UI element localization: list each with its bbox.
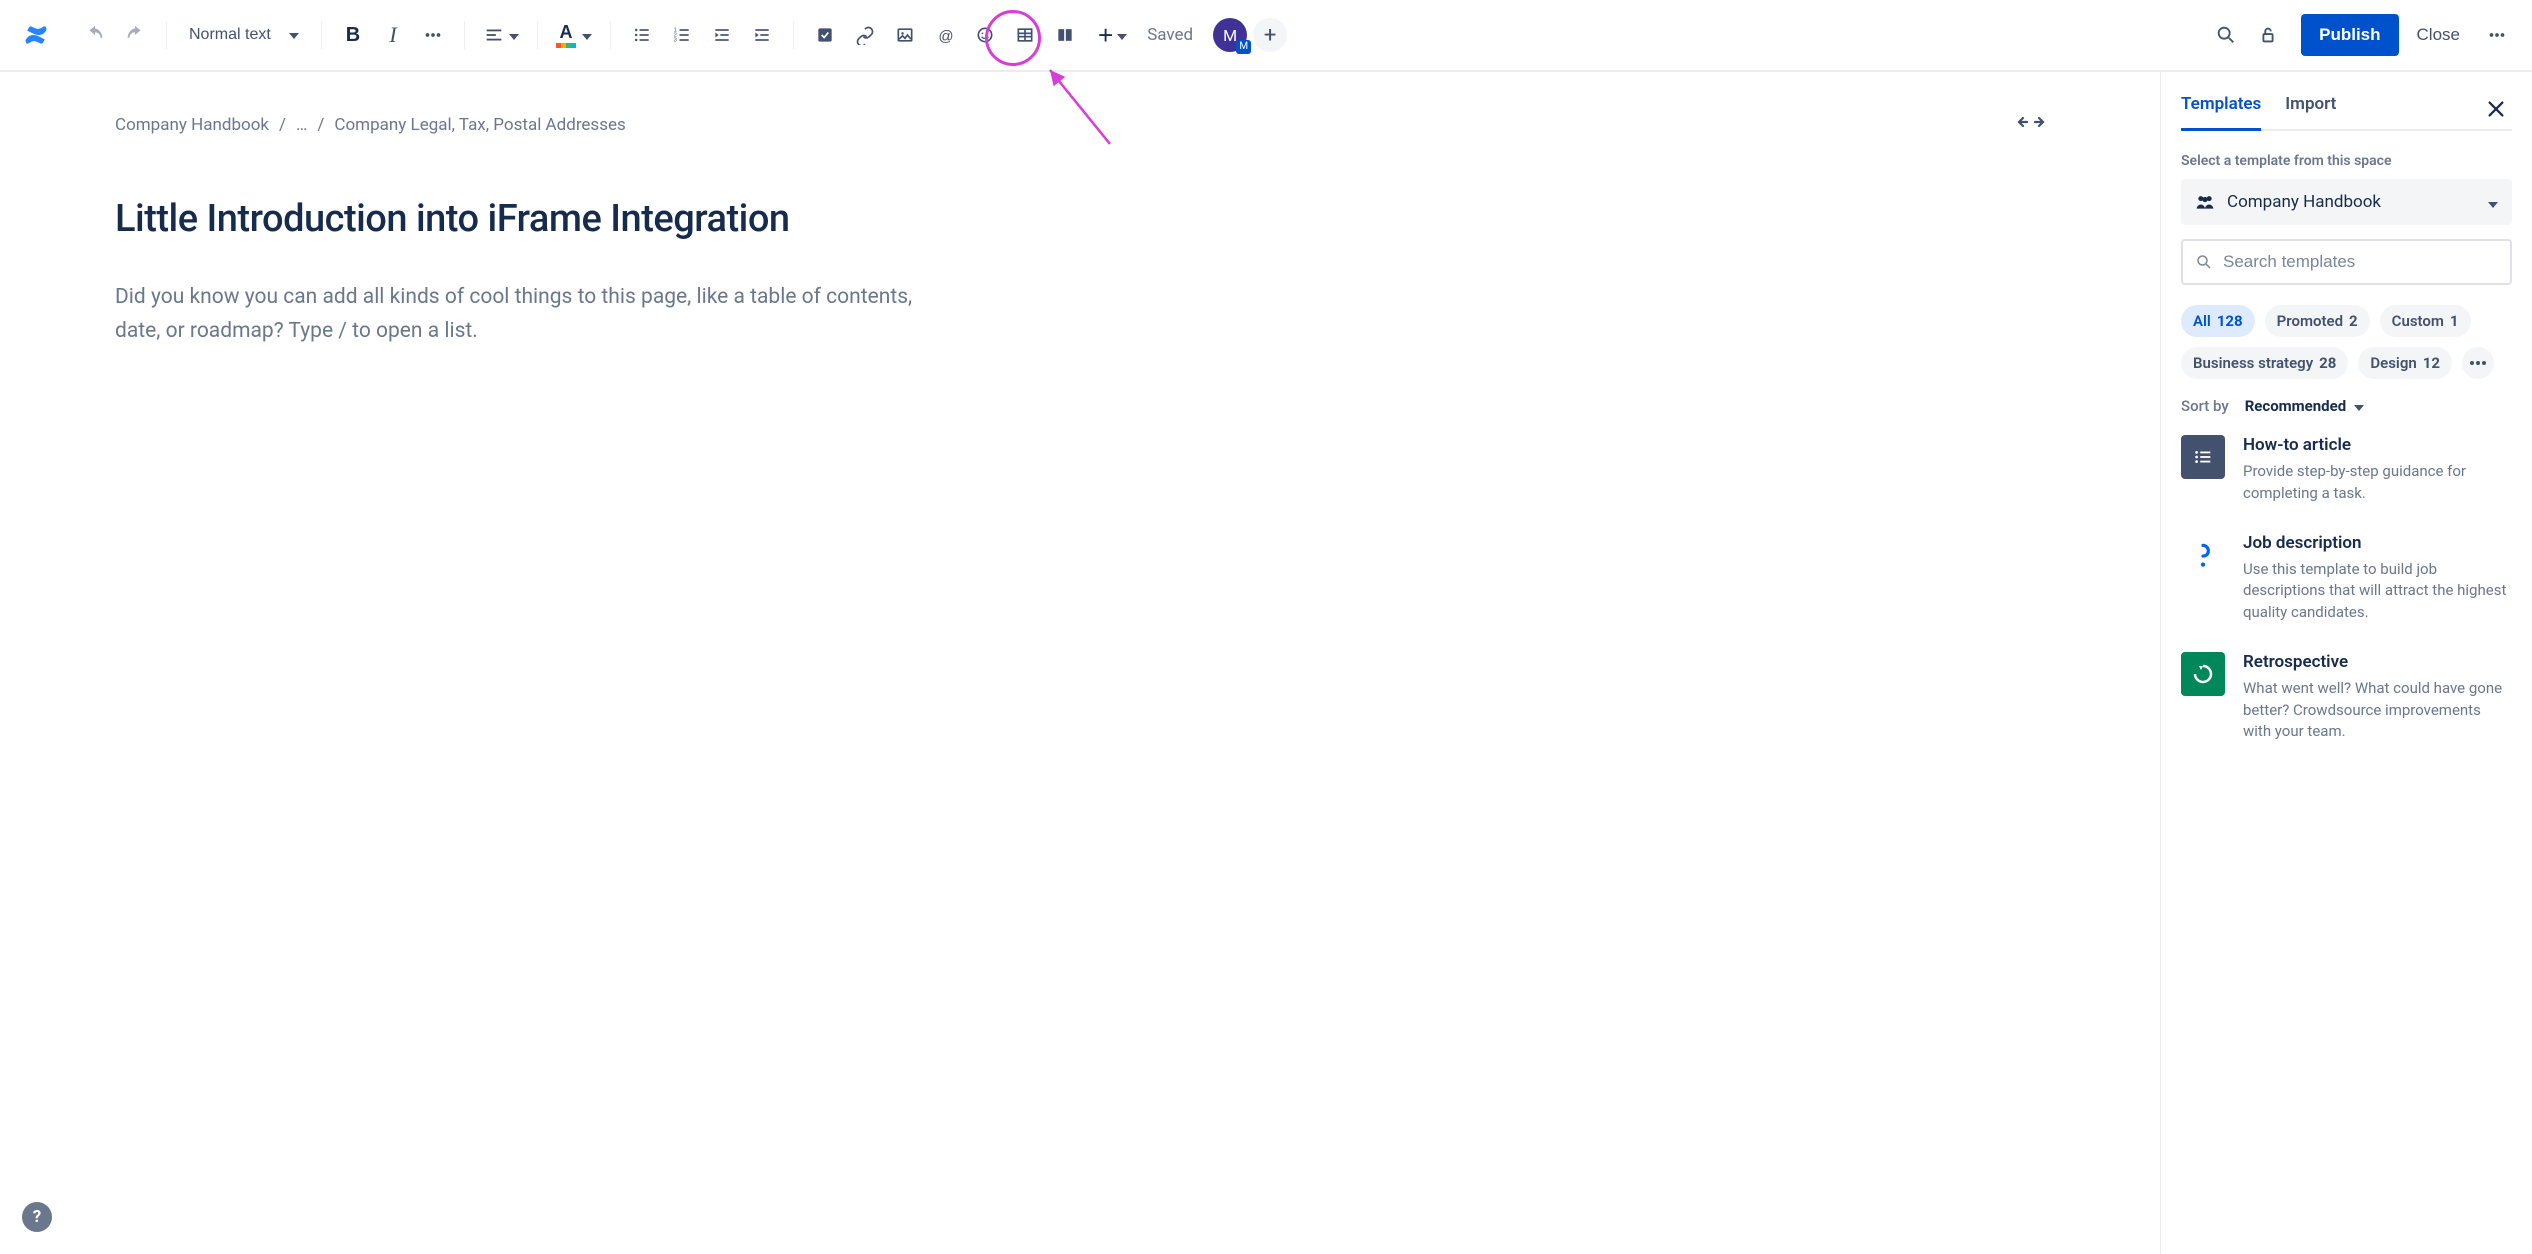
avatar-initial: M (1223, 26, 1237, 45)
chevron-down-icon (509, 28, 519, 43)
page-title[interactable]: Little Introduction into iFrame Integrat… (0, 137, 2160, 241)
bullet-list-button[interactable] (623, 16, 661, 54)
space-select[interactable]: Company Handbook (2181, 179, 2512, 225)
italic-button[interactable]: I (374, 16, 412, 54)
search-icon (2195, 253, 2213, 271)
templates-panel: Templates Import Select a template from … (2160, 72, 2532, 1254)
breadcrumb-ellipsis[interactable]: … (296, 115, 307, 135)
publish-button[interactable]: Publish (2301, 14, 2398, 56)
space-name: Company Handbook (2227, 192, 2476, 212)
template-item[interactable]: Retrospective What went well? What could… (2181, 652, 2512, 743)
help-bubble[interactable]: ? (22, 1202, 52, 1232)
tab-import[interactable]: Import (2285, 88, 2336, 131)
chevron-down-icon (582, 28, 592, 43)
template-item[interactable]: How-to article Provide step-by-step guid… (2181, 435, 2512, 505)
more-menu-button[interactable] (2478, 16, 2516, 54)
restrictions-button[interactable] (2249, 16, 2287, 54)
plus-icon: + (1264, 23, 1276, 48)
chip-promoted[interactable]: Promoted 2 (2265, 305, 2370, 337)
template-title: Job description (2243, 533, 2512, 553)
text-style-label: Normal text (189, 26, 271, 44)
tab-templates[interactable]: Templates (2181, 88, 2261, 131)
text-color-button[interactable]: A (550, 16, 598, 54)
breadcrumb: Company Handbook / … / Company Legal, Ta… (0, 112, 2160, 137)
layouts-button[interactable] (1046, 16, 1084, 54)
redo-button[interactable] (116, 16, 154, 54)
breadcrumb-root[interactable]: Company Handbook (115, 115, 269, 135)
chip-design[interactable]: Design 12 (2358, 347, 2452, 379)
template-search[interactable] (2181, 239, 2512, 285)
insert-more-button[interactable]: + (1088, 16, 1137, 54)
chevron-down-icon (2354, 397, 2364, 415)
more-formatting-button[interactable] (414, 16, 452, 54)
image-button[interactable] (886, 16, 924, 54)
breadcrumb-current[interactable]: Company Legal, Tax, Postal Addresses (334, 115, 625, 135)
indent-button[interactable] (743, 16, 781, 54)
sort-label: Sort by (2181, 397, 2229, 415)
editor-toolbar: Normal text B I A 123 (0, 0, 2532, 72)
template-title: How-to article (2243, 435, 2512, 455)
template-list: How-to article Provide step-by-step guid… (2181, 435, 2512, 767)
panel-help-text: Select a template from this space (2181, 153, 2512, 169)
numbered-list-button[interactable]: 123 (663, 16, 701, 54)
chip-more[interactable] (2462, 347, 2494, 379)
bold-button[interactable]: B (334, 16, 372, 54)
avatar-badge: M (1236, 40, 1251, 54)
template-search-input[interactable] (2223, 252, 2498, 272)
invite-collaborator-button[interactable]: + (1253, 18, 1287, 52)
page-width-toggle[interactable] (2017, 112, 2045, 137)
undo-button[interactable] (76, 16, 114, 54)
sort-select[interactable]: Recommended (2245, 397, 2364, 415)
breadcrumb-separator: / (279, 115, 286, 135)
close-button[interactable]: Close (2403, 14, 2474, 56)
chevron-down-icon (2488, 193, 2498, 212)
template-icon (2181, 652, 2225, 696)
template-icon (2181, 435, 2225, 479)
people-icon (2195, 193, 2215, 211)
alignment-button[interactable] (477, 16, 525, 54)
template-filter-chips: All 128 Promoted 2 Custom 1 Business str… (2181, 305, 2512, 379)
emoji-button[interactable] (966, 16, 1004, 54)
save-status: Saved (1141, 25, 1203, 45)
template-desc: Use this template to build job descripti… (2243, 559, 2512, 624)
chip-all[interactable]: All 128 (2181, 305, 2255, 337)
chevron-down-icon (1117, 28, 1127, 43)
chevron-down-icon (289, 26, 299, 44)
template-icon (2181, 533, 2225, 577)
text-style-select[interactable]: Normal text (179, 16, 309, 54)
user-avatar[interactable]: M M (1213, 18, 1247, 52)
template-desc: What went well? What could have gone bet… (2243, 678, 2512, 743)
template-desc: Provide step-by-step guidance for comple… (2243, 461, 2512, 505)
chip-business-strategy[interactable]: Business strategy 28 (2181, 347, 2348, 379)
page-body-placeholder[interactable]: Did you know you can add all kinds of co… (0, 241, 1060, 348)
mention-button[interactable]: @ (926, 16, 964, 54)
outdent-button[interactable] (703, 16, 741, 54)
table-button[interactable] (1006, 16, 1044, 54)
link-button[interactable] (846, 16, 884, 54)
find-button[interactable] (2207, 16, 2245, 54)
plus-icon: + (1098, 22, 1113, 48)
confluence-logo[interactable] (16, 16, 56, 54)
panel-close-button[interactable] (2480, 93, 2512, 125)
svg-text:@: @ (938, 28, 953, 45)
action-item-button[interactable] (806, 16, 844, 54)
chip-custom[interactable]: Custom 1 (2380, 305, 2471, 337)
editor-area: Company Handbook / … / Company Legal, Ta… (0, 72, 2160, 1254)
template-item[interactable]: Job description Use this template to bui… (2181, 533, 2512, 624)
breadcrumb-separator: / (317, 115, 324, 135)
svg-text:3: 3 (674, 38, 677, 44)
template-title: Retrospective (2243, 652, 2512, 672)
